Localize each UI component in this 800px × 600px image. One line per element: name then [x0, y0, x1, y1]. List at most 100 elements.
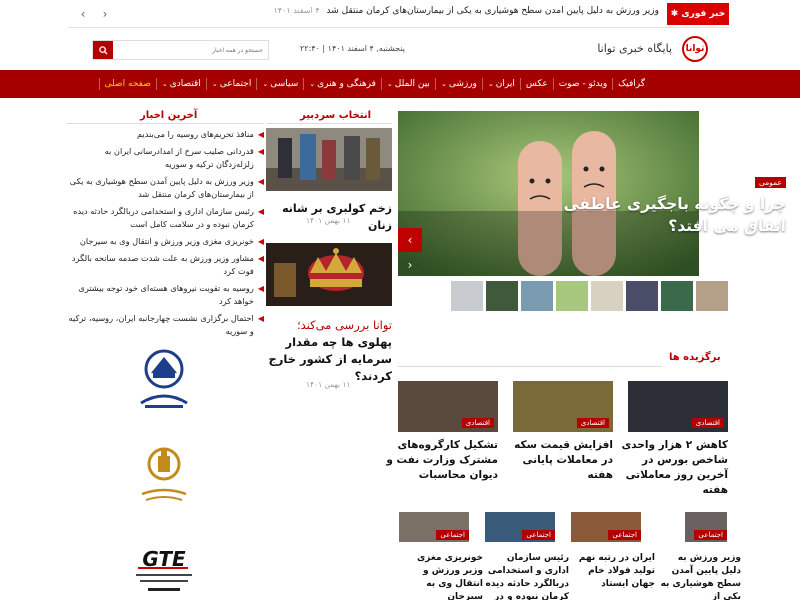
bottom-news-card[interactable]: اجتماعی وزیر ورزش به دلیل پایین آمدن سطح …	[657, 512, 741, 600]
featured-category-badge[interactable]: اقتصادی	[691, 418, 724, 428]
slider-thumb[interactable]	[521, 281, 553, 311]
bottom-category-badge[interactable]: اجتماعی	[522, 530, 555, 540]
nav-item[interactable]: ورزشی ⌄	[434, 78, 482, 90]
latest-heading-divider	[66, 123, 264, 124]
chevron-down-icon: ⌄	[440, 80, 447, 88]
site-logo[interactable]: توانا	[682, 36, 708, 62]
featured-card[interactable]: اقتصادی تشکیل کارگروه‌های مشترک وزارت نفت…	[386, 381, 498, 481]
chevron-down-icon: ⌄	[161, 80, 168, 88]
featured-heading: برگزیده ها	[669, 352, 721, 363]
mes-iran-ad[interactable]	[128, 440, 200, 510]
search-box	[92, 40, 269, 60]
breaking-news-ticker: ✱ خبر فوری وزیر ورزش به دلیل پایین آمدن …	[67, 0, 729, 28]
chevron-down-icon: ⌄	[386, 80, 393, 88]
latest-news-item[interactable]: ◀ احتمال برگزاری نشست چهارجانبه ایران، رو…	[66, 312, 264, 338]
featured-card-title[interactable]: افزایش قیمت سکه در معاملات پایانی هفته	[501, 438, 613, 483]
search-input[interactable]	[115, 41, 267, 59]
ticker-date: ۴ اسفند ۱۴۰۱	[273, 6, 320, 15]
bottom-news-card[interactable]: اجتماعی رئیس سازمان اداری و استخدامی دربا…	[485, 512, 569, 600]
chevron-left-icon: ‹	[407, 233, 413, 247]
slider-title[interactable]: چرا و چگونه باجگیری عاطفی اتفاق می افتد؟	[536, 193, 786, 237]
bottom-news-card[interactable]: اجتماعی خونریزی مغزی وزیر ورزش و انتقال و…	[399, 512, 483, 600]
search-button[interactable]	[93, 41, 113, 59]
latest-news-item[interactable]: ◀ مشاور وزیر ورزش به علت شدت صدمه سانحه ب…	[66, 252, 264, 278]
featured-category-badge[interactable]: اقتصادی	[576, 418, 609, 428]
people-walking-photo	[266, 128, 392, 191]
slider-thumb[interactable]	[451, 281, 483, 311]
latest-news-item[interactable]: ◀ منافذ تحریم‌های روسیه را می‌بندیم	[66, 128, 264, 141]
nav-item[interactable]: اجتماعی ⌄	[205, 78, 256, 90]
featured-card[interactable]: اقتصادی کاهش ۲ هزار واحدی شاخص بورس در آخ…	[622, 381, 728, 496]
featured-category-badge[interactable]: اقتصادی	[461, 418, 494, 428]
bottom-card-title[interactable]: وزیر ورزش به دلیل پایین آمدن سطح هوشیاری…	[657, 552, 741, 600]
chevron-right-icon: ›	[102, 7, 108, 21]
bottom-news-card[interactable]: اجتماعی ایران در رتبه نهم تولید فولاد خام…	[571, 512, 655, 600]
slider-prev-button[interactable]: ‹	[398, 228, 422, 252]
caret-left-icon: ◀	[257, 207, 264, 216]
latest-news-item[interactable]: ◀ رئیس سازمان اداری و استخدامی دربالگرد ح…	[66, 205, 264, 231]
bottom-category-badge[interactable]: اجتماعی	[436, 530, 469, 540]
slider-thumb[interactable]	[486, 281, 518, 311]
editor-article2-image[interactable]	[266, 243, 392, 306]
chevron-left-icon: ‹	[80, 7, 86, 21]
breaking-news-label: ✱ خبر فوری	[667, 3, 729, 25]
latest-news-item[interactable]: ◀ وزیر ورزش به دلیل پایین آمدن سطح هوشیار…	[66, 175, 264, 201]
slider-thumb[interactable]	[556, 281, 588, 311]
featured-heading-divider	[398, 366, 662, 367]
search-icon	[98, 45, 108, 55]
ticker-prev-button[interactable]: ‹	[75, 6, 91, 22]
nav-item[interactable]: گرافیک	[612, 78, 650, 90]
featured-card-title[interactable]: تشکیل کارگروه‌های مشترک وزارت نفت و دیوا…	[386, 438, 498, 483]
editor-article2-kicker: توانا بررسی می‌کند؛	[296, 318, 392, 332]
nav-item[interactable]: ایران ⌄	[481, 78, 520, 90]
latest-news-item[interactable]: ◀ روسیه به تقویت نیروهای هسته‌ای خود توجه…	[66, 282, 264, 308]
slider-thumb[interactable]	[626, 281, 658, 311]
editor-pick-heading: انتخاب سردبیر	[300, 110, 372, 121]
latest-news-heading: آخرین اخبار	[140, 110, 198, 121]
slider-thumb[interactable]	[696, 281, 728, 311]
ticker-headline[interactable]: وزیر ورزش به دلیل پایین آمدن سطح هوشیاری…	[189, 6, 660, 16]
gte-logo: GTE	[136, 547, 192, 591]
slider-thumb[interactable]	[591, 281, 623, 311]
nav-item[interactable]: ویدئو - صوت	[552, 78, 612, 90]
site-name[interactable]: پایگاه خبری توانا	[597, 42, 672, 55]
slider-next-button[interactable]: ›	[402, 254, 418, 276]
nav-items: صفحه اصلی اقتصادی ⌄ اجتماعی ⌄ سیاسی ⌄ فرهنگی و …	[98, 70, 650, 98]
nav-item[interactable]: بین الملل ⌄	[380, 78, 435, 90]
caret-left-icon: ◀	[257, 284, 264, 293]
nav-item[interactable]: اقتصادی ⌄	[155, 78, 206, 90]
caret-left-icon: ◀	[257, 237, 264, 246]
latest-news-item[interactable]: ◀ خونریزی مغزی وزیر ورزش و انتقال وی به س…	[66, 235, 264, 248]
featured-card[interactable]: اقتصادی افزایش قیمت سکه در معاملات پایانی…	[513, 381, 613, 481]
slider-category-badge[interactable]: عمومی	[755, 177, 786, 188]
chevron-down-icon: ⌄	[262, 80, 269, 88]
latest-news-list: ◀ منافذ تحریم‌های روسیه را می‌بندیم ◀ قدردا…	[66, 128, 264, 342]
nav-item[interactable]: فرهنگی و هنری ⌄	[303, 78, 381, 90]
bank-tejarat-logo	[140, 349, 188, 408]
bottom-category-badge[interactable]: اجتماعی	[608, 530, 641, 540]
latest-news-item[interactable]: ◀ قدردانی صلیب سرخ از امدادرسانی ایران به…	[66, 145, 264, 171]
nav-item[interactable]: صفحه اصلی	[98, 78, 156, 90]
editor-heading-divider	[266, 123, 392, 124]
chevron-down-icon: ⌄	[211, 80, 218, 88]
bottom-card-title[interactable]: ایران در رتبه نهم تولید فولاد خام جهان ا…	[571, 552, 655, 591]
national-copper-company-logo	[141, 447, 187, 501]
bank-tejarat-ad[interactable]	[128, 345, 200, 415]
nav-item[interactable]: سیاسی ⌄	[256, 78, 303, 90]
slider-thumb[interactable]	[661, 281, 693, 311]
caret-left-icon: ◀	[257, 147, 264, 156]
gte-ad[interactable]: GTE	[128, 540, 200, 600]
nav-item[interactable]: عکس	[519, 78, 553, 90]
bottom-category-badge[interactable]: اجتماعی	[694, 530, 727, 540]
bottom-card-title[interactable]: خونریزی مغزی وزیر ورزش و انتقال وی به سی…	[399, 552, 483, 600]
caret-left-icon: ◀	[257, 177, 264, 186]
ticker-next-button[interactable]: ›	[97, 6, 113, 22]
chevron-right-icon: ›	[407, 258, 413, 272]
featured-card-title[interactable]: کاهش ۲ هزار واحدی شاخص بورس در آخرین روز…	[616, 438, 728, 498]
slider-thumbnails	[446, 281, 728, 311]
slider-author: توسط مهدی احمدی	[727, 247, 786, 255]
editor-article2-title[interactable]: توانا بررسی می‌کند؛ پهلوی ها چه مقدار سر…	[262, 317, 392, 385]
bottom-card-title[interactable]: رئیس سازمان اداری و استخدامی دربالگرد حا…	[485, 552, 570, 600]
caret-left-icon: ◀	[257, 130, 264, 139]
editor-article1-image[interactable]	[266, 128, 392, 191]
